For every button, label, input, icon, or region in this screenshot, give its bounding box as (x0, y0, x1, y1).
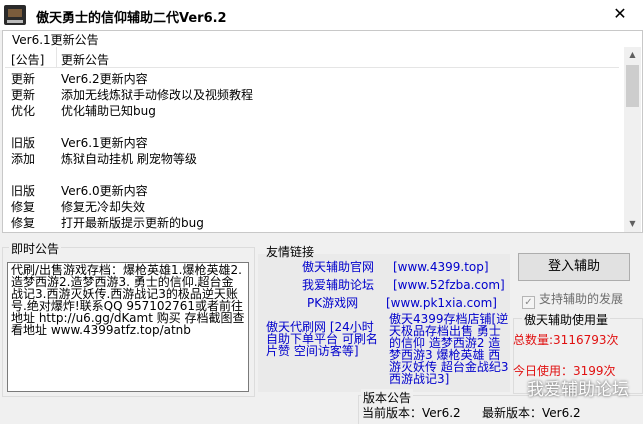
list-item[interactable]: 更新 Ver6.2更新内容 (5, 68, 619, 86)
window-title: 傲天勇士的信仰辅助二代Ver6.2 (36, 11, 227, 26)
pk-game-url[interactable]: [www.pk1xia.com] (386, 297, 497, 309)
pk-game-link[interactable]: PK游戏网 (307, 297, 358, 309)
agent-site-link[interactable]: 傲天代刷网 [24小时自助下单平台 可刷名片赞 空间访客等] (266, 321, 382, 357)
item-content: 打开最新版提示更新的bug (61, 216, 204, 230)
list-item[interactable]: 修复 修复无冷却失效 (5, 196, 619, 214)
app-icon (4, 5, 26, 25)
store-link[interactable]: 傲天4399存档店铺[逆天极品存档出售 勇士的信仰 造梦西游2 造梦西游3 爆枪… (389, 313, 509, 385)
instant-notice-title: 即时公告 (9, 240, 62, 257)
checkbox-check-icon[interactable]: ✓ (522, 296, 535, 309)
list-item[interactable]: 旧版 Ver6.1更新内容 (5, 132, 619, 150)
column-divider (56, 47, 57, 68)
scroll-up-icon[interactable]: ▲ (624, 47, 641, 63)
forum-link[interactable]: 我爱辅助论坛 (302, 279, 374, 291)
column-header-type[interactable]: [公告] (11, 51, 44, 68)
vertical-scrollbar[interactable]: ▲ ▼ (624, 47, 641, 232)
official-site-link[interactable]: 傲天辅助官网 (302, 261, 374, 273)
list-item[interactable]: 添加 炼狱自动挂机 刷宠物等级 (5, 148, 619, 166)
update-notice-panel: Ver6.1更新公告 [公告] 更新公告 更新 Ver6.2更新内容 更新 添加无线… (2, 30, 643, 233)
friend-links-title: 友情链接 (266, 245, 315, 259)
notice-tab[interactable]: Ver6.1更新公告 (12, 31, 99, 48)
list-item[interactable]: 旧版 Ver6.0更新内容 (5, 180, 619, 198)
list-item[interactable]: 修复 打开最新版提示更新的bug (5, 212, 619, 230)
close-icon[interactable]: ✕ (597, 0, 643, 30)
forum-url[interactable]: [www.52fzba.com] (393, 279, 505, 291)
official-site-url[interactable]: [www.4399.top] (393, 261, 489, 273)
list-header: [公告] 更新公告 (5, 47, 619, 68)
scroll-thumb[interactable] (626, 65, 639, 107)
watermark: 我爱辅助论坛 (527, 380, 629, 400)
total-usage-count: 总数量:3116793次 (513, 333, 619, 347)
list-item[interactable] (5, 164, 619, 180)
list-item[interactable]: 优化 优化辅助已知bug (5, 100, 619, 118)
support-checkbox[interactable]: ✓ 支持辅助的发展 (522, 290, 623, 309)
scroll-down-icon[interactable]: ▼ (624, 216, 641, 232)
support-checkbox-label: 支持辅助的发展 (539, 292, 624, 306)
list-item[interactable] (5, 116, 619, 132)
login-button[interactable]: 登入辅助 (518, 253, 630, 281)
title-bar: 傲天勇士的信仰辅助二代Ver6.2 ✕ (0, 0, 643, 30)
column-header-content[interactable]: 更新公告 (61, 51, 109, 68)
update-list[interactable]: [公告] 更新公告 更新 Ver6.2更新内容 更新 添加无线炼狱手动修改以及视频教… (5, 47, 619, 232)
list-item[interactable]: 更新 添加无线炼狱手动修改以及视频教程 (5, 84, 619, 102)
instant-notice-textbox[interactable]: 代刷/出售游戏存档：爆枪英雄1.爆枪英雄2.造梦西游2.造梦西游3. 勇士的信仰… (7, 262, 249, 392)
item-type: 修复 (11, 216, 36, 230)
current-version: 当前版本：Ver6.2 (362, 406, 461, 420)
latest-version: 最新版本：Ver6.2 (482, 406, 581, 420)
usage-title: 傲天辅助使用量 (522, 311, 611, 328)
